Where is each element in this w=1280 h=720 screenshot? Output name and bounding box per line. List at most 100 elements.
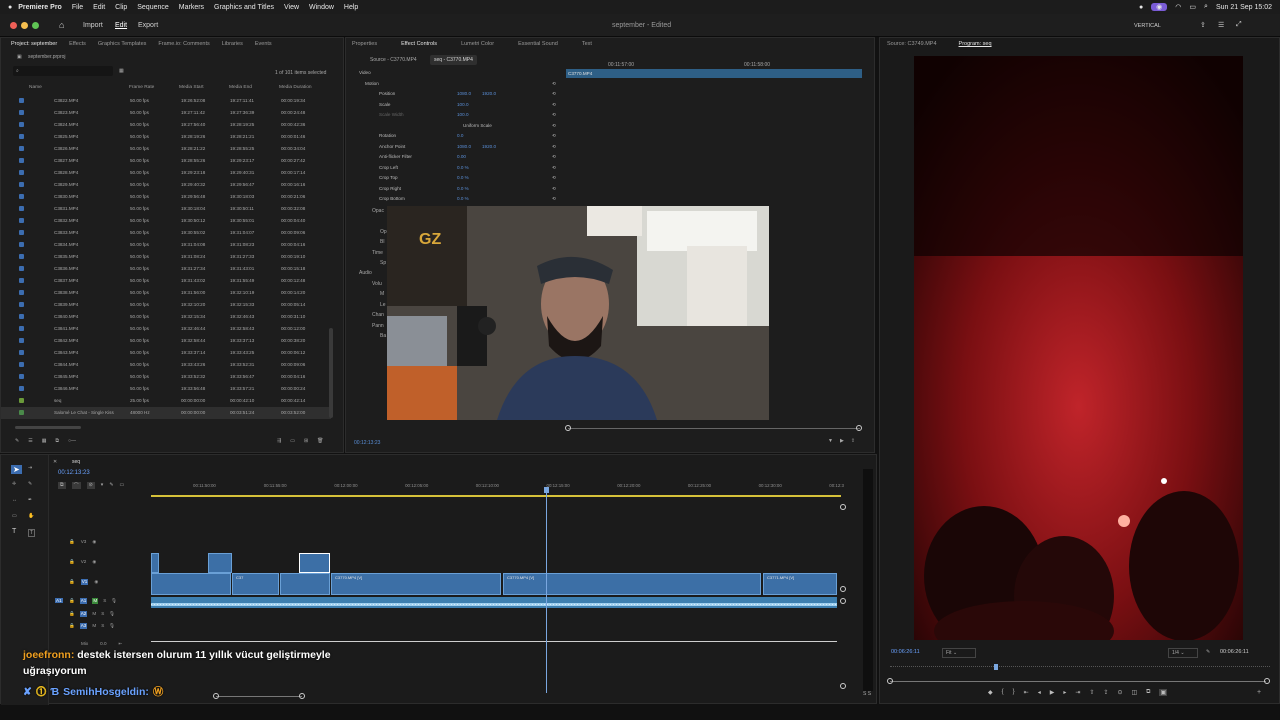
selection-tool-icon[interactable]: ➤ xyxy=(11,465,22,474)
ec-row-volume[interactable]: Volu xyxy=(372,281,382,287)
ec-property-value[interactable]: 0.00 xyxy=(457,154,466,159)
label-color-swatch[interactable] xyxy=(19,326,24,331)
project-row[interactable]: C3846.MP4 50.00 fps 19:33:56:48 19:33:57:21… xyxy=(1,383,331,395)
type-tool-icon[interactable]: T xyxy=(12,528,16,535)
ec-property-row[interactable]: Crop Left 0.0 % ⟲ xyxy=(354,163,559,174)
program-zoom-bar[interactable] xyxy=(890,681,1266,682)
reset-icon[interactable]: ⟲ xyxy=(552,91,556,97)
label-color-swatch[interactable] xyxy=(19,254,24,259)
filter-icon[interactable]: ▼ xyxy=(828,438,833,444)
project-row[interactable]: C3842.MP4 50.00 fps 19:32:58:44 19:33:37:13… xyxy=(1,335,331,347)
vscroll-handle-mid[interactable] xyxy=(840,586,846,592)
clip-v2-selected[interactable] xyxy=(299,553,330,573)
pen-tool-icon[interactable]: ✒ xyxy=(28,497,32,503)
tab-lumetri[interactable]: Lumetri Color xyxy=(461,41,494,47)
ec-row-m[interactable]: M xyxy=(380,291,384,297)
ec-property-value[interactable]: 0.0 % xyxy=(457,175,469,180)
col-media-start[interactable]: Media Start xyxy=(179,85,204,90)
reset-icon[interactable]: ⟲ xyxy=(552,112,556,118)
project-row[interactable]: C3845.MP4 50.00 fps 19:33:52:32 19:33:56:47… xyxy=(1,371,331,383)
workspace-label[interactable]: VERTICAL xyxy=(1134,23,1161,29)
project-row[interactable]: C3843.MP4 50.00 fps 19:33:37:14 19:33:43:25… xyxy=(1,347,331,359)
ec-property-value[interactable]: 100.0 xyxy=(457,112,469,117)
mic-icon[interactable]: 🎙 xyxy=(111,598,117,604)
label-color-swatch[interactable] xyxy=(19,230,24,235)
export-icon[interactable]: ⇪ xyxy=(851,438,855,444)
label-color-swatch[interactable] xyxy=(19,206,24,211)
settings-wrench-icon[interactable]: ✎ xyxy=(1206,649,1210,655)
label-color-swatch[interactable] xyxy=(19,218,24,223)
tab-frameio[interactable]: Frame.io: Comments xyxy=(158,41,209,47)
label-color-swatch[interactable] xyxy=(19,338,24,343)
extract-icon[interactable]: ⇪ xyxy=(1103,689,1108,696)
reset-icon[interactable]: ⟲ xyxy=(552,81,556,87)
project-row[interactable]: C3844.MP4 50.00 fps 19:33:43:26 19:33:52:31… xyxy=(1,359,331,371)
wifi-icon[interactable]: ◠ xyxy=(1175,3,1181,11)
rectangle-tool-icon[interactable]: ▭ xyxy=(12,513,17,519)
zoom-handle-right[interactable] xyxy=(299,693,305,699)
fullscreen-icon[interactable]: ⤢ xyxy=(1236,21,1242,29)
battery-icon[interactable]: ▭ xyxy=(1189,3,1196,11)
vscroll-handle-top[interactable] xyxy=(840,504,846,510)
seq-clip-tab[interactable]: seq - C3770.MP4 xyxy=(430,55,477,65)
project-row[interactable]: Salomé Le Chat - Single Kiss 48000 Hz 00:0… xyxy=(1,407,331,419)
bin-icon[interactable]: ▦ xyxy=(119,68,124,74)
playhead-line[interactable] xyxy=(546,493,547,693)
ec-property-value[interactable]: 1920.0 xyxy=(482,91,496,96)
ec-property-value[interactable]: 0.0 % xyxy=(457,196,469,201)
notification-icon[interactable]: ☰ xyxy=(1218,21,1224,29)
project-row[interactable]: C3827.MP4 50.00 fps 19:28:55:26 19:29:23:17… xyxy=(1,155,331,167)
label-color-swatch[interactable] xyxy=(19,122,24,127)
new-item-icon[interactable]: ⊞ xyxy=(304,438,308,444)
reset-icon[interactable]: ⟲ xyxy=(552,175,556,181)
menu-file[interactable]: File xyxy=(72,4,83,11)
wrench-icon[interactable]: ✎ xyxy=(109,482,113,489)
eye-icon[interactable]: ◉ xyxy=(94,579,98,585)
program-timecode-left[interactable]: 00:06:26:11 xyxy=(891,649,920,655)
project-row[interactable]: C3839.MP4 50.00 fps 19:32:10:20 19:32:15:33… xyxy=(1,299,331,311)
lock-icon[interactable]: 🔒 xyxy=(69,598,75,604)
ec-property-row[interactable]: Rotation 0.0 ⟲ xyxy=(354,131,559,142)
lock-icon[interactable]: 🔒 xyxy=(69,559,75,565)
project-row[interactable]: C3833.MP4 50.00 fps 19:30:55:02 19:31:04:07… xyxy=(1,227,331,239)
ec-property-row[interactable]: Uniform Scale ⟲ xyxy=(354,121,559,132)
project-hscrollbar[interactable] xyxy=(15,426,81,429)
vr-icon[interactable]: ▣ xyxy=(1159,689,1168,696)
quality-dropdown[interactable]: 1/4 ⌄ xyxy=(1168,648,1198,658)
menu-clip[interactable]: Clip xyxy=(115,4,127,11)
clip-v2[interactable] xyxy=(151,553,159,573)
reset-icon[interactable]: ⟲ xyxy=(552,186,556,192)
close-seq-icon[interactable]: ✕ xyxy=(53,459,57,465)
search-input[interactable]: ⌕ xyxy=(13,66,113,76)
zoom-slider-icon[interactable]: ○— xyxy=(68,438,76,444)
ec-property-row[interactable]: Anti-flicker Filter 0.00 ⟲ xyxy=(354,152,559,163)
solo-button[interactable]: S xyxy=(101,611,104,617)
icon-view-icon[interactable]: ▦ xyxy=(42,438,47,444)
program-playhead[interactable] xyxy=(994,664,998,670)
apple-icon[interactable]: ● xyxy=(8,4,12,11)
track-label-a2[interactable]: A2 xyxy=(79,611,88,617)
minimize-window-button[interactable] xyxy=(21,22,28,29)
tab-source-monitor[interactable]: Source: C3749.MP4 xyxy=(887,41,937,47)
ripple-edit-icon[interactable]: ✛ xyxy=(12,481,16,487)
lift-icon[interactable]: ⇧ xyxy=(1089,689,1094,696)
project-row[interactable]: C3837.MP4 50.00 fps 19:31:43:02 19:31:55:49… xyxy=(1,275,331,287)
ec-property-value[interactable]: 0.0 % xyxy=(457,165,469,170)
clip-a1[interactable] xyxy=(151,597,837,608)
col-name[interactable]: Name xyxy=(29,85,42,90)
program-ruler[interactable] xyxy=(890,666,1270,670)
col-media-end[interactable]: Media End xyxy=(229,85,252,90)
freeform-view-icon[interactable]: ⧉ xyxy=(55,438,59,444)
automate-icon[interactable]: ⇶ xyxy=(277,438,281,444)
project-row[interactable]: C3832.MP4 50.00 fps 19:30:50:12 19:30:55:01… xyxy=(1,215,331,227)
ec-property-value[interactable]: 1080.0 xyxy=(457,91,471,96)
project-row[interactable]: C3823.MP4 50.00 fps 19:27:11:42 19:27:36:39… xyxy=(1,107,331,119)
reset-icon[interactable]: ⟲ xyxy=(552,102,556,108)
menu-graphics[interactable]: Graphics and Titles xyxy=(214,4,274,11)
zoom-window-button[interactable] xyxy=(32,22,39,29)
mark-in-icon[interactable]: { xyxy=(1002,689,1004,696)
label-color-swatch[interactable] xyxy=(19,266,24,271)
edit-tab[interactable]: Edit xyxy=(115,22,127,29)
export-tab[interactable]: Export xyxy=(138,22,158,29)
ec-zoom-handle-left[interactable] xyxy=(565,425,571,431)
